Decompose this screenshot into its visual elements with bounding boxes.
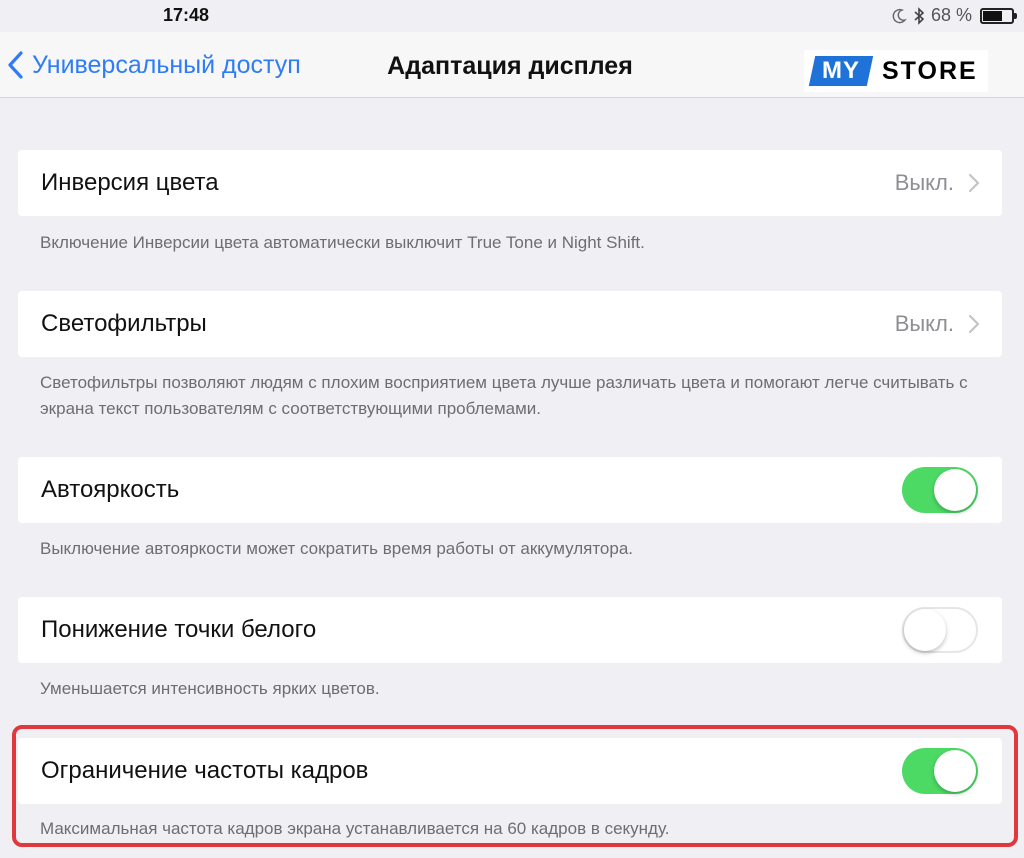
status-bar: 17:48 68 % [0,0,1024,32]
invert-colors-label: Инверсия цвета [41,169,219,196]
reduce-white-point-cell: Понижение точки белого [18,597,1002,663]
auto-brightness-label: Автояркость [41,476,180,503]
mystore-logo: MY STORE [804,50,988,92]
reduce-white-point-toggle[interactable] [902,607,978,653]
color-filters-footer: Светофильтры позволяют людям с плохим во… [40,373,968,418]
chevron-right-icon [968,173,980,193]
limit-frame-rate-footer: Максимальная частота кадров экрана устан… [40,819,670,838]
chevron-right-icon [968,314,980,334]
auto-brightness-footer: Выключение автояркости может сократить в… [40,539,633,558]
reduce-white-point-footer: Уменьшается интенсивность ярких цветов. [40,679,380,698]
limit-frame-rate-toggle[interactable] [902,748,978,794]
color-filters-label: Светофильтры [41,310,207,337]
logo-store: STORE [882,56,978,85]
moon-icon [892,8,907,23]
auto-brightness-cell: Автояркость [18,457,1002,523]
bluetooth-icon [914,6,925,25]
battery-icon [980,7,1017,24]
invert-colors-state: Выкл. [894,170,954,195]
limit-frame-rate-cell: Ограничение частоты кадров [18,738,1002,804]
status-time: 17:48 [163,5,210,25]
toggle-knob [904,609,946,651]
color-filters-state: Выкл. [894,311,954,336]
logo-my: MY [808,56,874,86]
reduce-white-point-label: Понижение точки белого [41,616,317,643]
limit-frame-rate-label: Ограничение частоты кадров [41,757,369,784]
status-indicators: 68 % [891,5,1017,26]
toggle-knob [934,750,976,792]
color-filters-cell[interactable]: Светофильтры Выкл. [18,291,1002,357]
color-filters-value: Выкл. [895,311,980,337]
invert-colors-cell[interactable]: Инверсия цвета Выкл. [18,150,1002,216]
battery-percent: 68 % [930,5,972,25]
toggle-knob [934,469,976,511]
invert-colors-footer: Включение Инверсии цвета автоматически в… [40,233,645,252]
invert-colors-value: Выкл. [895,170,980,196]
auto-brightness-toggle[interactable] [902,467,978,513]
